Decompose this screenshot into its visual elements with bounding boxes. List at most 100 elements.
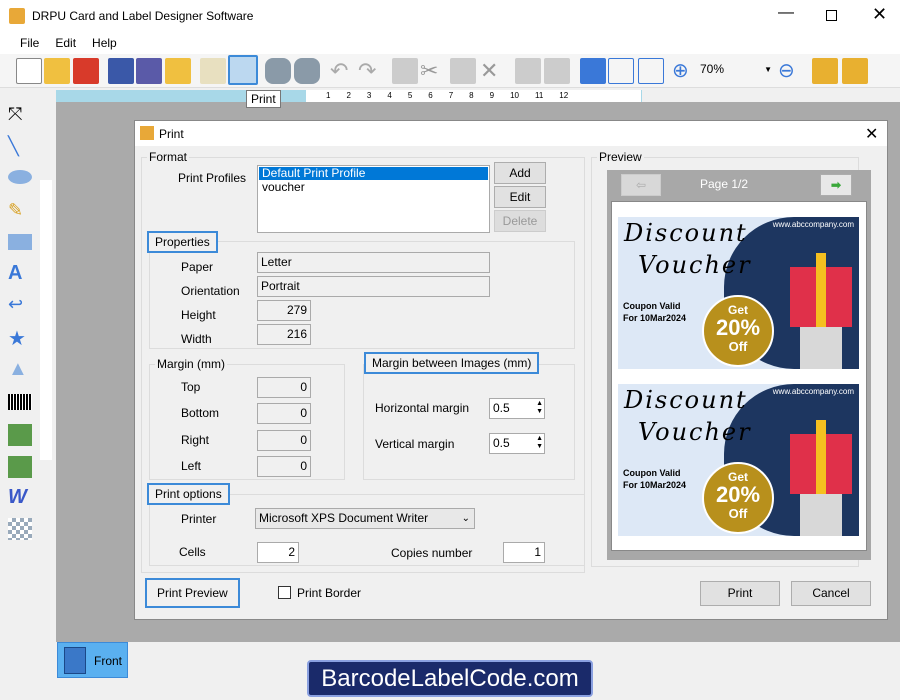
print-icon[interactable] xyxy=(228,55,258,85)
database-icon[interactable] xyxy=(294,58,320,84)
unlock-icon[interactable] xyxy=(842,58,868,84)
copy-icon[interactable] xyxy=(392,58,418,84)
delete-icon[interactable]: ✕ xyxy=(480,58,506,84)
top-field[interactable]: 0 xyxy=(257,377,311,398)
image-library-icon[interactable] xyxy=(8,456,32,478)
ruler-label: 8 xyxy=(469,91,474,100)
ruler-label: 9 xyxy=(489,91,495,100)
close-button[interactable]: ✕ xyxy=(872,4,887,25)
redo-icon[interactable]: ↷ xyxy=(358,58,384,84)
preview-label: Preview xyxy=(597,150,644,164)
maximize-button[interactable] xyxy=(826,10,837,21)
voucher-subtitle: Voucher xyxy=(638,251,752,279)
menu-edit[interactable]: Edit xyxy=(47,36,84,50)
title-bar: DRPU Card and Label Designer Software — … xyxy=(0,0,900,32)
text-tool-icon[interactable]: A xyxy=(8,262,32,284)
window-title: DRPU Card and Label Designer Software xyxy=(32,9,254,23)
image-tool-icon[interactable] xyxy=(8,424,32,446)
spinner-arrows-icon[interactable]: ▲ ▼ xyxy=(536,400,543,416)
minimize-button[interactable]: — xyxy=(778,4,794,22)
copies-field[interactable]: 1 xyxy=(503,542,545,563)
pattern-tool-icon[interactable] xyxy=(8,518,32,540)
save-icon[interactable] xyxy=(108,58,134,84)
zoom-select[interactable]: 70% ▼ xyxy=(700,62,772,80)
width-field[interactable]: 216 xyxy=(257,324,311,345)
center-icon[interactable] xyxy=(608,58,634,84)
ellipse-tool-icon[interactable] xyxy=(8,170,32,184)
app-icon xyxy=(9,8,25,24)
bottom-field[interactable]: 0 xyxy=(257,403,311,424)
grid-icon[interactable] xyxy=(580,58,606,84)
chevron-down-icon: ▼ xyxy=(764,65,772,74)
bring-front-icon[interactable] xyxy=(515,58,541,84)
database-add-icon[interactable] xyxy=(265,58,291,84)
send-back-icon[interactable] xyxy=(544,58,570,84)
new-icon[interactable] xyxy=(16,58,42,84)
horizontal-margin-spinner[interactable]: 0.5 ▲ ▼ xyxy=(489,398,545,419)
list-item[interactable]: voucher xyxy=(259,181,488,194)
orientation-field[interactable]: Portrait xyxy=(257,276,490,297)
settings-icon[interactable] xyxy=(638,58,664,84)
vertical-margin-label: Vertical margin xyxy=(375,437,455,451)
save-as-icon[interactable] xyxy=(136,58,162,84)
vertical-margin-spinner[interactable]: 0.5 ▲ ▼ xyxy=(489,433,545,454)
close-file-icon[interactable] xyxy=(73,58,99,84)
badge-percent: 20% xyxy=(715,315,761,340)
voucher-preview-2: Discount Voucher www.abccompany.com Coup… xyxy=(618,384,859,536)
tab-front[interactable]: Front xyxy=(57,642,128,678)
edit-icon[interactable] xyxy=(200,58,226,84)
print-tooltip: Print xyxy=(246,90,281,108)
chevron-down-icon: ⌄ xyxy=(461,513,470,524)
left-field[interactable]: 0 xyxy=(257,456,311,477)
select-tool-icon[interactable]: ⤧ xyxy=(8,104,32,126)
dialog-title-bar: Print ✕ xyxy=(135,121,887,146)
print-dialog: Print ✕ Format Print Profiles Default Pr… xyxy=(134,120,888,620)
barcode-tool-icon[interactable] xyxy=(8,394,32,410)
height-field[interactable]: 279 xyxy=(257,300,311,321)
triangle-tool-icon[interactable]: ▲ xyxy=(8,358,32,380)
print-button[interactable]: Print xyxy=(700,581,780,606)
properties-label: Properties xyxy=(147,231,218,253)
export-icon[interactable] xyxy=(165,58,191,84)
line-tool-icon[interactable]: ╲ xyxy=(8,136,32,158)
bottom-label: Bottom xyxy=(181,406,220,420)
paper-field[interactable]: Letter xyxy=(257,252,490,273)
undo-icon[interactable]: ↶ xyxy=(330,58,356,84)
zoom-out-icon[interactable]: ⊖ xyxy=(778,58,804,84)
cut-icon[interactable]: ✂ xyxy=(420,58,446,84)
voucher-date: For 10Mar2024 xyxy=(623,480,687,490)
star-tool-icon[interactable]: ★ xyxy=(8,326,32,350)
previous-page-button[interactable]: ⇦ xyxy=(621,174,661,196)
rectangle-tool-icon[interactable] xyxy=(8,234,32,250)
next-page-button[interactable]: ➡ xyxy=(820,174,852,196)
toolbar: ↶ ↷ ✂ ✕ ⊕ 70% ▼ ⊖ xyxy=(0,54,900,88)
vertical-ruler xyxy=(40,180,52,460)
menu-file[interactable]: File xyxy=(12,36,47,50)
cells-field[interactable]: 2 xyxy=(257,542,299,563)
list-item[interactable]: Default Print Profile xyxy=(259,167,488,180)
spinner-arrows-icon[interactable]: ▲ ▼ xyxy=(536,435,543,451)
copies-label: Copies number xyxy=(391,546,473,560)
margin-label: Margin (mm) xyxy=(155,357,227,371)
print-border-checkbox[interactable] xyxy=(278,586,291,599)
edit-button[interactable]: Edit xyxy=(494,186,546,208)
badge-off: Off xyxy=(728,339,748,354)
menu-help[interactable]: Help xyxy=(84,36,125,50)
dialog-close-button[interactable]: ✕ xyxy=(865,124,878,144)
zoom-in-icon[interactable]: ⊕ xyxy=(672,58,698,84)
pencil-tool-icon[interactable]: ✎ xyxy=(8,200,32,222)
ruler-label: 11 xyxy=(534,91,544,100)
add-button[interactable]: Add xyxy=(494,162,546,184)
printer-select[interactable]: Microsoft XPS Document Writer ⌄ xyxy=(255,508,475,529)
wordart-tool-icon[interactable]: W xyxy=(8,486,32,508)
print-profiles-list[interactable]: Default Print Profile voucher xyxy=(257,165,490,233)
print-profiles-label: Print Profiles xyxy=(178,171,247,185)
print-preview-button[interactable]: Print Preview xyxy=(145,578,240,608)
cancel-button[interactable]: Cancel xyxy=(791,581,871,606)
curve-tool-icon[interactable]: ↩ xyxy=(8,294,32,316)
open-icon[interactable] xyxy=(44,58,70,84)
lock-icon[interactable] xyxy=(812,58,838,84)
voucher-valid: Coupon Valid xyxy=(623,301,681,311)
right-field[interactable]: 0 xyxy=(257,430,311,451)
paste-icon[interactable] xyxy=(450,58,476,84)
